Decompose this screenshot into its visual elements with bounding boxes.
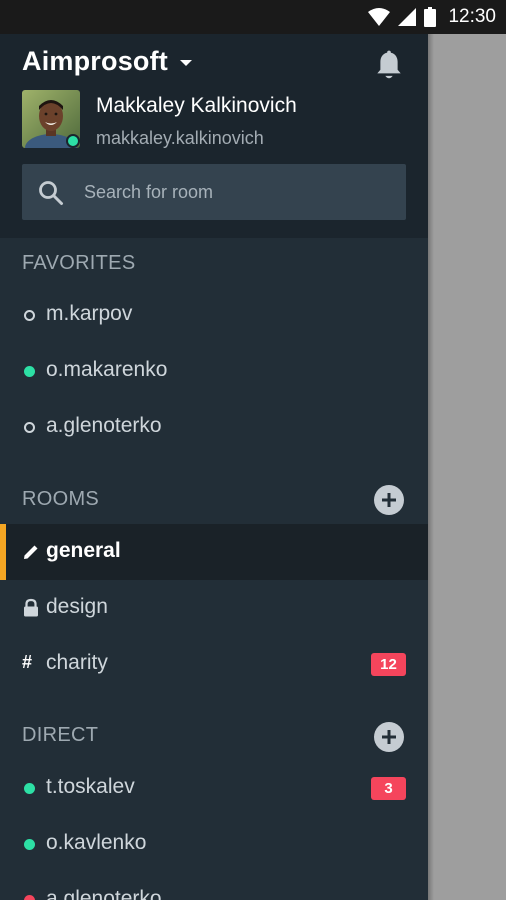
offline-status-icon bbox=[24, 310, 35, 321]
favorite-item-label: m.karpov bbox=[46, 302, 133, 325]
favorite-item-o-makarenko[interactable]: o.makarenko bbox=[0, 343, 428, 399]
drawer-header: Aimprosoft Makkaley Kalkinovich makkaley… bbox=[0, 34, 428, 238]
lock-icon bbox=[24, 598, 38, 617]
direct-item-label: a.glenoterko bbox=[46, 887, 162, 900]
status-time: 12:30 bbox=[448, 6, 496, 27]
cell-signal-icon bbox=[398, 8, 417, 26]
favorites-section-title: FAVORITES bbox=[22, 252, 136, 274]
direct-item-label: t.toskalev bbox=[46, 775, 135, 798]
room-item-label: charity bbox=[46, 651, 108, 674]
org-name: Aimprosoft bbox=[22, 46, 168, 76]
hash-icon: # bbox=[22, 652, 33, 672]
rooms-section-title: ROOMS bbox=[22, 488, 100, 510]
favorite-item-label: o.makarenko bbox=[46, 358, 168, 381]
status-icons: 12:30 bbox=[368, 5, 496, 29]
direct-item-a-glenoterko[interactable]: a.glenoterko bbox=[0, 872, 428, 900]
unread-badge: 3 bbox=[371, 777, 406, 800]
wifi-icon bbox=[368, 8, 391, 26]
search-input[interactable] bbox=[84, 164, 394, 220]
unread-badge: 12 bbox=[371, 653, 406, 676]
pencil-icon bbox=[24, 545, 38, 559]
search-icon bbox=[39, 181, 63, 205]
room-item-design[interactable]: design bbox=[0, 580, 428, 636]
room-item-label: design bbox=[46, 595, 108, 618]
user-handle: makkaley.kalkinovich bbox=[96, 128, 264, 148]
user-online-indicator bbox=[66, 134, 80, 148]
favorite-item-label: a.glenoterko bbox=[46, 414, 162, 437]
direct-section-title: DIRECT bbox=[22, 724, 99, 746]
active-indicator bbox=[0, 524, 6, 580]
add-direct-button[interactable] bbox=[374, 722, 404, 752]
navigation-drawer: Aimprosoft Makkaley Kalkinovich makkaley… bbox=[0, 34, 428, 900]
direct-item-label: o.kavlenko bbox=[46, 831, 147, 854]
add-room-button[interactable] bbox=[374, 485, 404, 515]
room-item-charity[interactable]: # charity 12 bbox=[0, 636, 428, 692]
favorite-item-a-glenoterko[interactable]: a.glenoterko bbox=[0, 399, 428, 455]
battery-icon bbox=[424, 7, 437, 27]
online-status-icon bbox=[24, 783, 35, 794]
org-switcher[interactable]: Aimprosoft bbox=[22, 46, 192, 77]
favorite-item-m-karpov[interactable]: m.karpov bbox=[0, 287, 428, 343]
caret-down-icon bbox=[180, 59, 192, 66]
drawer-shadow bbox=[428, 34, 434, 900]
online-status-icon bbox=[24, 366, 35, 377]
direct-item-t-toskalev[interactable]: t.toskalev 3 bbox=[0, 760, 428, 816]
user-name: Makkaley Kalkinovich bbox=[96, 94, 297, 117]
busy-status-icon bbox=[24, 895, 35, 900]
offline-status-icon bbox=[24, 422, 35, 433]
room-item-label: general bbox=[46, 539, 121, 562]
direct-item-o-kavlenko[interactable]: o.kavlenko bbox=[0, 816, 428, 872]
room-item-general[interactable]: general bbox=[0, 524, 428, 580]
online-status-icon bbox=[24, 839, 35, 850]
status-bar: 12:30 bbox=[0, 0, 506, 34]
bell-icon[interactable] bbox=[374, 50, 404, 82]
plus-icon bbox=[382, 493, 396, 507]
search-box[interactable] bbox=[22, 164, 406, 220]
plus-icon bbox=[382, 730, 396, 744]
